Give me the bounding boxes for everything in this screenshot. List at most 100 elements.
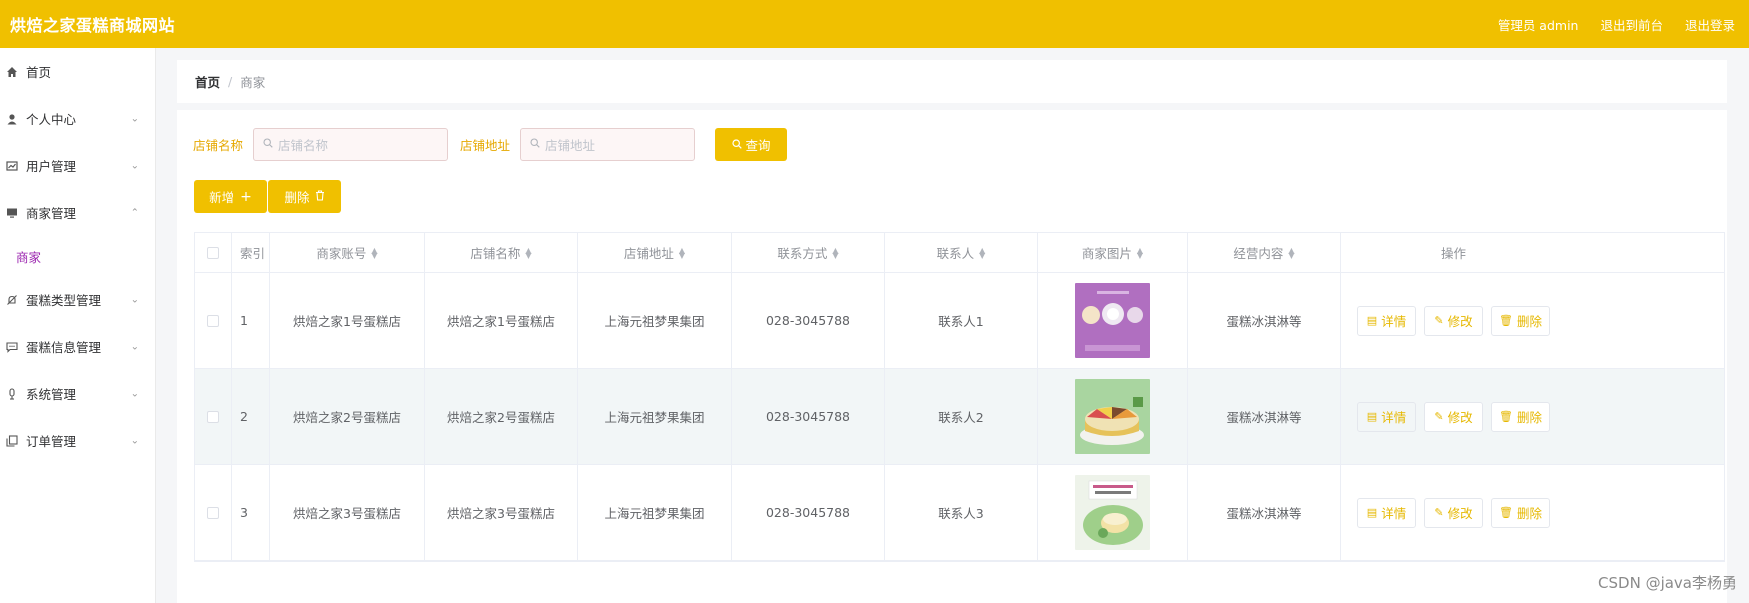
edit-button[interactable]: ✎ 修改: [1424, 401, 1483, 432]
sidebar-item-merchants[interactable]: 商家管理 ⌃: [0, 189, 155, 236]
logout-link[interactable]: 退出登录: [1685, 15, 1735, 34]
edit-button[interactable]: ✎ 修改: [1424, 305, 1483, 336]
monitor-icon: [4, 205, 20, 221]
edit-label: 修改: [1447, 410, 1473, 425]
merchant-table: 索引 商家账号 ▲ ▼ 店铺名称 ▲ ▼ 店铺地址 ▲ ▼ 联系方式 ▲ ▼ 联系人 ▲ ▼ 商家图…: [194, 232, 1725, 562]
detail-button[interactable]: ▤ 详情: [1357, 497, 1416, 528]
pencil-icon: ✎: [1434, 506, 1444, 519]
header-image[interactable]: 商家图片 ▲ ▼: [1038, 233, 1188, 272]
breadcrumb-home[interactable]: 首页: [195, 72, 220, 91]
header-business-label: 经营内容: [1233, 246, 1284, 261]
select-all-checkbox[interactable]: [207, 246, 219, 259]
chevron-down-icon: ⌄: [130, 294, 139, 305]
mic-icon: [4, 386, 20, 402]
sidebar-item-personal[interactable]: 个人中心 ⌄: [0, 95, 155, 142]
row-contact: 联系人1: [885, 273, 1038, 368]
document-icon: ▤: [1366, 506, 1378, 519]
shop-name-placeholder: 店铺名称: [278, 138, 329, 153]
add-button-label: 新增: [209, 190, 235, 205]
header-contact-label: 联系人: [936, 246, 975, 261]
detail-button[interactable]: ▤ 详情: [1357, 305, 1416, 336]
detail-button[interactable]: ▤ 详情: [1357, 401, 1416, 432]
row-account: 烘焙之家3号蛋糕店: [270, 465, 425, 560]
row-checkbox[interactable]: [207, 314, 219, 327]
to-front-link[interactable]: 退出到前台: [1600, 15, 1663, 34]
sort-icon: ▲ ▼: [1136, 245, 1144, 260]
shop-addr-label: 店铺地址: [460, 138, 511, 153]
row-address: 上海元祖梦果集团: [578, 465, 732, 560]
shop-addr-input[interactable]: 店铺地址: [520, 128, 696, 161]
header-contact[interactable]: 联系人 ▲ ▼: [885, 233, 1038, 272]
row-name: 烘焙之家1号蛋糕店: [425, 273, 578, 368]
shop-name-input[interactable]: 店铺名称: [253, 128, 449, 161]
action-row: 新增 + 删除: [194, 180, 341, 213]
header-address[interactable]: 店铺地址 ▲ ▼: [578, 233, 732, 272]
chevron-down-icon: ⌄: [130, 341, 139, 352]
edit-label: 修改: [1447, 314, 1473, 329]
sidebar-item-label: 首页: [26, 65, 52, 80]
header-account-label: 商家账号: [316, 246, 367, 261]
edit-button[interactable]: ✎ 修改: [1424, 497, 1483, 528]
row-business: 蛋糕冰淇淋等: [1188, 465, 1341, 560]
sort-icon: ▲ ▼: [678, 245, 686, 260]
chevron-down-icon: ⌄: [130, 388, 139, 399]
sort-icon: ▲ ▼: [979, 245, 986, 260]
merchant-image[interactable]: [1075, 379, 1150, 454]
sidebar-item-orders[interactable]: 订单管理 ⌄: [0, 417, 155, 464]
header-name-label: 店铺名称: [470, 246, 521, 261]
row-checkbox-cell: [195, 273, 232, 368]
bulk-delete-button[interactable]: 删除: [268, 180, 341, 213]
sidebar-item-users[interactable]: 用户管理 ⌄: [0, 142, 155, 189]
header-index: 索引: [232, 233, 270, 272]
delete-button[interactable]: 🗑 删除: [1491, 305, 1550, 336]
app-title: 烘焙之家蛋糕商城网站: [10, 16, 176, 35]
sidebar-item-cake-info[interactable]: 蛋糕信息管理 ⌄: [0, 323, 155, 370]
breadcrumb-current: 商家: [240, 75, 266, 90]
sidebar-item-label: 蛋糕类型管理: [26, 293, 102, 308]
query-button[interactable]: 查询: [715, 128, 788, 161]
row-business: 蛋糕冰淇淋等: [1188, 369, 1341, 464]
header-name[interactable]: 店铺名称 ▲ ▼: [425, 233, 578, 272]
header-image-label: 商家图片: [1081, 246, 1132, 261]
trash-icon: 🗑: [1499, 506, 1513, 519]
sidebar-item-home[interactable]: 首页: [0, 48, 155, 95]
merchant-image[interactable]: [1075, 475, 1150, 550]
header-business[interactable]: 经营内容 ▲ ▼: [1188, 233, 1341, 272]
top-links: 管理员 admin 退出到前台 退出登录: [1498, 15, 1735, 34]
merchant-image[interactable]: [1075, 283, 1150, 358]
trash-icon: 🗑: [1499, 410, 1513, 423]
document-icon: ▤: [1366, 314, 1378, 327]
row-phone: 028-3045788: [732, 465, 885, 560]
header-phone[interactable]: 联系方式 ▲ ▼: [732, 233, 885, 272]
row-image-cell: [1038, 273, 1188, 368]
chevron-down-icon: ⌄: [130, 113, 139, 124]
copy-icon: [4, 433, 20, 449]
add-button[interactable]: 新增 +: [194, 180, 267, 213]
row-address: 上海元祖梦果集团: [578, 273, 732, 368]
sidebar: 首页 个人中心 ⌄ 用户管理 ⌄ 商家管理 ⌃ 商家 蛋糕类型管理 ⌄ 蛋糕信息…: [0, 48, 156, 603]
main-panel: 店铺名称 店铺名称 店铺地址 店铺地址 查询 新增 + 删除 索引 商家账号 ▲…: [177, 110, 1727, 603]
sidebar-item-cake-types[interactable]: 蛋糕类型管理 ⌄: [0, 276, 155, 323]
sort-icon: ▲ ▼: [371, 245, 378, 260]
bulk-delete-label: 删除: [284, 190, 310, 205]
row-checkbox[interactable]: [207, 506, 219, 519]
delete-button[interactable]: 🗑 删除: [1491, 401, 1550, 432]
home-icon: [4, 64, 20, 80]
sidebar-subitem-merchant[interactable]: 商家: [0, 236, 155, 276]
sidebar-item-label: 系统管理: [26, 387, 77, 402]
trash-icon: [315, 189, 325, 204]
admin-label: 管理员 admin: [1497, 17, 1579, 33]
search-icon: [731, 137, 742, 152]
row-checkbox[interactable]: [207, 410, 219, 423]
shop-name-label: 店铺名称: [193, 138, 244, 153]
delete-button[interactable]: 🗑 删除: [1491, 497, 1550, 528]
detail-label: 详情: [1381, 314, 1407, 329]
row-checkbox-cell: [195, 369, 232, 464]
sidebar-item-label: 蛋糕信息管理: [26, 340, 102, 355]
user-icon: [4, 111, 20, 127]
watermark: CSDN @java李杨勇: [1598, 574, 1737, 592]
sidebar-item-system[interactable]: 系统管理 ⌄: [0, 370, 155, 417]
header-account[interactable]: 商家账号 ▲ ▼: [270, 233, 425, 272]
row-image-cell: [1038, 369, 1188, 464]
row-phone: 028-3045788: [732, 273, 885, 368]
